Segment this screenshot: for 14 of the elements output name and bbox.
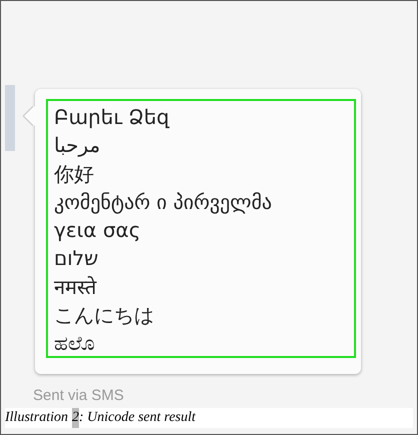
message-line: γεια σας — [54, 217, 142, 244]
message-line: مرحبا — [54, 132, 102, 160]
caption-label: Illustration — [5, 409, 68, 427]
sent-status: Sent via SMS — [33, 387, 125, 404]
caption-text: : Unicode sent result — [79, 409, 196, 427]
message-line: Բարեւ Ձեզ — [54, 104, 170, 131]
message-line: שלום — [54, 245, 100, 272]
message-line: こんにちは — [54, 302, 155, 330]
message-line: ಹಲೊ — [54, 330, 96, 358]
caption-number: 2 — [72, 408, 80, 428]
message-line: 你好 — [54, 160, 95, 188]
message-edge — [5, 85, 15, 151]
message-line: नमस्ते — [54, 274, 98, 301]
message-line: კომენტარ ი პირველმა — [54, 188, 273, 216]
